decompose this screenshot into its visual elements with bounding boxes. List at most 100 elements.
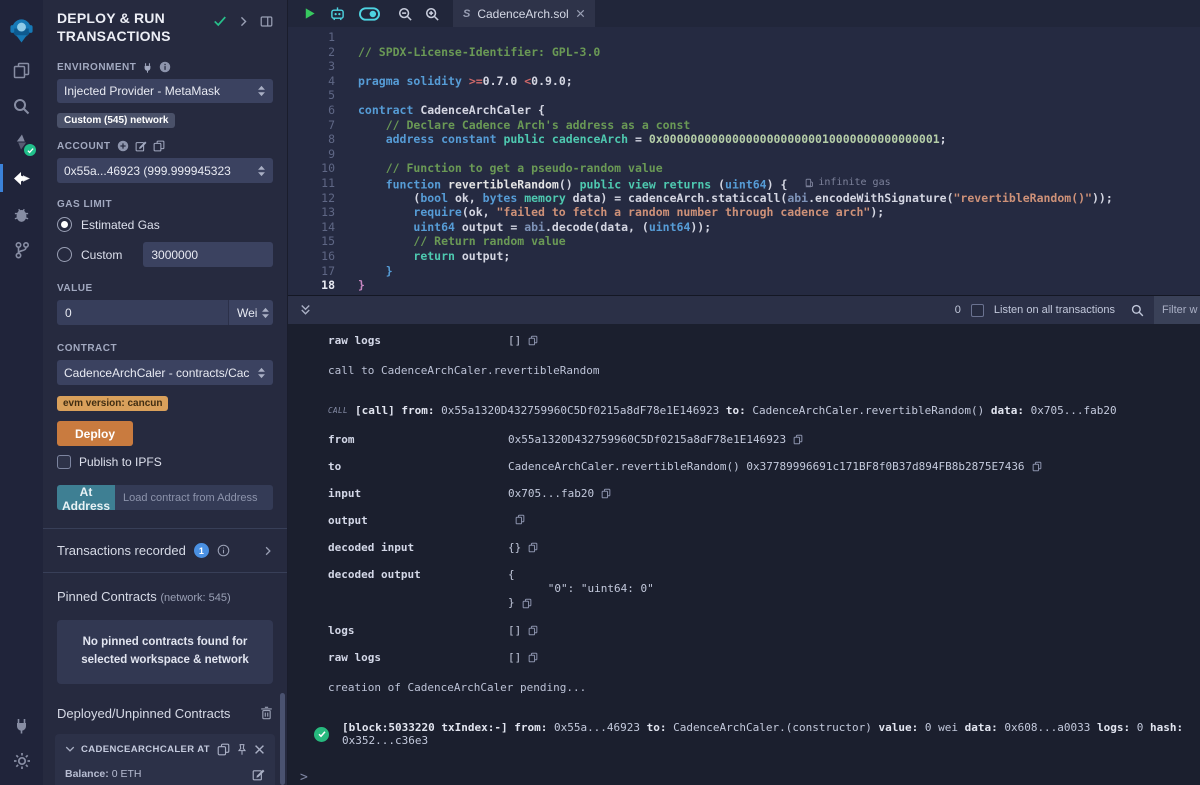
panel-title: DEPLOY & RUN TRANSACTIONS xyxy=(57,10,207,45)
copy-icon[interactable] xyxy=(528,335,538,346)
collapse-terminal-icon[interactable] xyxy=(300,304,311,316)
estimated-gas-radio[interactable] xyxy=(57,217,72,232)
terminal-row: decoded input{} xyxy=(328,541,1200,554)
network-badge: Custom (545) network xyxy=(57,113,175,128)
copy-icon[interactable] xyxy=(528,625,538,636)
value-row: Wei xyxy=(57,300,273,325)
custom-gas-input[interactable] xyxy=(143,242,273,267)
value-unit-select[interactable]: Wei xyxy=(228,300,273,325)
evm-version-badge: evm version: cancun xyxy=(57,396,168,411)
transactions-recorded-row[interactable]: Transactions recorded 1 xyxy=(43,529,287,572)
close-tab-icon[interactable] xyxy=(576,9,585,18)
chevron-up-down-icon xyxy=(257,367,266,379)
code-line: 4pragma solidity >=0.7.0 <0.9.0; xyxy=(288,74,1200,89)
custom-gas-option[interactable]: Custom xyxy=(57,242,273,267)
transactions-expand-icon[interactable] xyxy=(263,546,273,556)
terminal-search-icon[interactable] xyxy=(1131,304,1144,317)
code-line: 12 (bool ok, bytes memory data) = cadenc… xyxy=(288,191,1200,206)
zoom-out-icon[interactable] xyxy=(398,7,412,21)
environment-select[interactable]: Injected Provider - MetaMask xyxy=(57,79,273,103)
copy-icon[interactable] xyxy=(522,598,532,609)
deploy-button[interactable]: Deploy xyxy=(57,421,133,446)
plug-icon[interactable] xyxy=(142,62,153,73)
deployed-contract-title: CADENCEARCHCALER AT 0X37 xyxy=(81,744,211,755)
edit-balance-icon[interactable] xyxy=(252,768,265,781)
code-line: 5 xyxy=(288,88,1200,103)
listen-transactions-checkbox[interactable] xyxy=(971,304,984,317)
environment-label: ENVIRONMENT xyxy=(57,61,273,73)
terminal-row: decoded output{ "0": "uint64: 0"} xyxy=(328,568,1200,610)
value-input[interactable] xyxy=(57,300,228,325)
run-script-icon[interactable] xyxy=(303,7,316,20)
estimated-gas-option[interactable]: Estimated Gas xyxy=(57,217,273,232)
terminal-row: logs[] xyxy=(328,624,1200,637)
deploy-run-icon[interactable] xyxy=(0,160,43,196)
zoom-in-icon[interactable] xyxy=(425,7,439,21)
environment-ok-icon xyxy=(213,14,227,28)
copy-icon[interactable] xyxy=(1032,461,1042,472)
expand-panel-icon[interactable] xyxy=(238,16,249,27)
transactions-info-icon[interactable] xyxy=(217,544,230,557)
at-address-row: At Address xyxy=(57,485,273,510)
code-line: 17 } xyxy=(288,264,1200,279)
ai-assistant-icon[interactable] xyxy=(329,6,346,21)
terminal-row: output xyxy=(328,514,1200,527)
panel-scrollbar[interactable] xyxy=(280,693,285,785)
terminal-row: raw logs[] xyxy=(328,651,1200,664)
environment-info-icon[interactable] xyxy=(159,61,171,73)
pending-tx-count: 0 xyxy=(955,304,961,316)
contract-label: CONTRACT xyxy=(57,343,273,354)
sign-message-icon[interactable] xyxy=(135,140,147,152)
at-address-button[interactable]: At Address xyxy=(57,485,115,510)
git-icon[interactable] xyxy=(0,232,43,268)
custom-gas-radio[interactable] xyxy=(57,247,72,262)
copy-address-icon[interactable] xyxy=(217,743,230,756)
file-explorer-icon[interactable] xyxy=(0,52,43,88)
tx-success-icon xyxy=(314,727,329,742)
code-editor[interactable]: 12// SPDX-License-Identifier: GPL-3.034p… xyxy=(288,27,1200,295)
contract-select[interactable]: CadenceArchCaler - contracts/Cac xyxy=(57,360,273,385)
gas-limit-label: GAS LIMIT xyxy=(57,199,273,210)
code-line: 13 require(ok, "failed to fetch a random… xyxy=(288,205,1200,220)
tab-title: CadenceArch.sol xyxy=(477,7,568,21)
copy-icon[interactable] xyxy=(515,514,525,525)
code-line: 6contract CadenceArchCaler { xyxy=(288,103,1200,118)
copy-icon[interactable] xyxy=(528,652,538,663)
trash-icon[interactable] xyxy=(260,706,273,720)
terminal-prompt[interactable]: > xyxy=(288,770,1200,785)
code-line: 18} xyxy=(288,278,1200,293)
publish-ipfs-option[interactable]: Publish to IPFS xyxy=(57,455,273,469)
add-account-icon[interactable] xyxy=(117,140,129,152)
terminal-header: 0 Listen on all transactions xyxy=(288,296,1200,324)
chevron-down-icon[interactable] xyxy=(65,744,75,754)
copy-icon[interactable] xyxy=(793,434,803,445)
code-line: 3 xyxy=(288,59,1200,74)
chevron-up-down-icon xyxy=(257,85,266,97)
transactions-recorded-label: Transactions recorded xyxy=(57,543,186,558)
close-contract-icon[interactable] xyxy=(254,744,265,755)
account-select[interactable]: 0x55a...46923 (999.999945323 xyxy=(57,158,273,183)
settings-icon[interactable] xyxy=(0,743,43,779)
plugin-manager-icon[interactable] xyxy=(0,707,43,743)
at-address-input[interactable] xyxy=(115,485,273,510)
editor-tabbar: S CadenceArch.sol xyxy=(288,0,1200,27)
terminal-row: call to CadenceArchCaler.revertibleRando… xyxy=(328,364,1200,377)
editor-terminal-area: S CadenceArch.sol 12// SPDX-License-Iden… xyxy=(288,0,1200,785)
copy-account-icon[interactable] xyxy=(153,140,165,152)
code-line: 8 address constant public cadenceArch = … xyxy=(288,132,1200,147)
code-line: 10 // Function to get a pseudo-random va… xyxy=(288,161,1200,176)
search-icon[interactable] xyxy=(0,88,43,124)
publish-ipfs-checkbox[interactable] xyxy=(57,455,71,469)
pin-panel-icon[interactable] xyxy=(260,15,273,28)
pin-contract-icon[interactable] xyxy=(236,743,248,756)
ai-copilot-toggle[interactable] xyxy=(359,7,380,21)
tab-cadencearch-sol[interactable]: S CadenceArch.sol xyxy=(453,0,595,27)
terminal-filter-input[interactable] xyxy=(1154,296,1200,324)
copy-icon[interactable] xyxy=(528,542,538,553)
solidity-compiler-icon[interactable] xyxy=(0,124,43,160)
remix-ide-window: DEPLOY & RUN TRANSACTIONS ENVIRONMENT In… xyxy=(0,0,1200,785)
debugger-icon[interactable] xyxy=(0,196,43,232)
copy-icon[interactable] xyxy=(601,488,611,499)
terminal-row: [block:5033220 txIndex:-] from: 0x55a...… xyxy=(314,721,1200,747)
terminal-row: toCadenceArchCaler.revertibleRandom() 0x… xyxy=(328,460,1200,473)
